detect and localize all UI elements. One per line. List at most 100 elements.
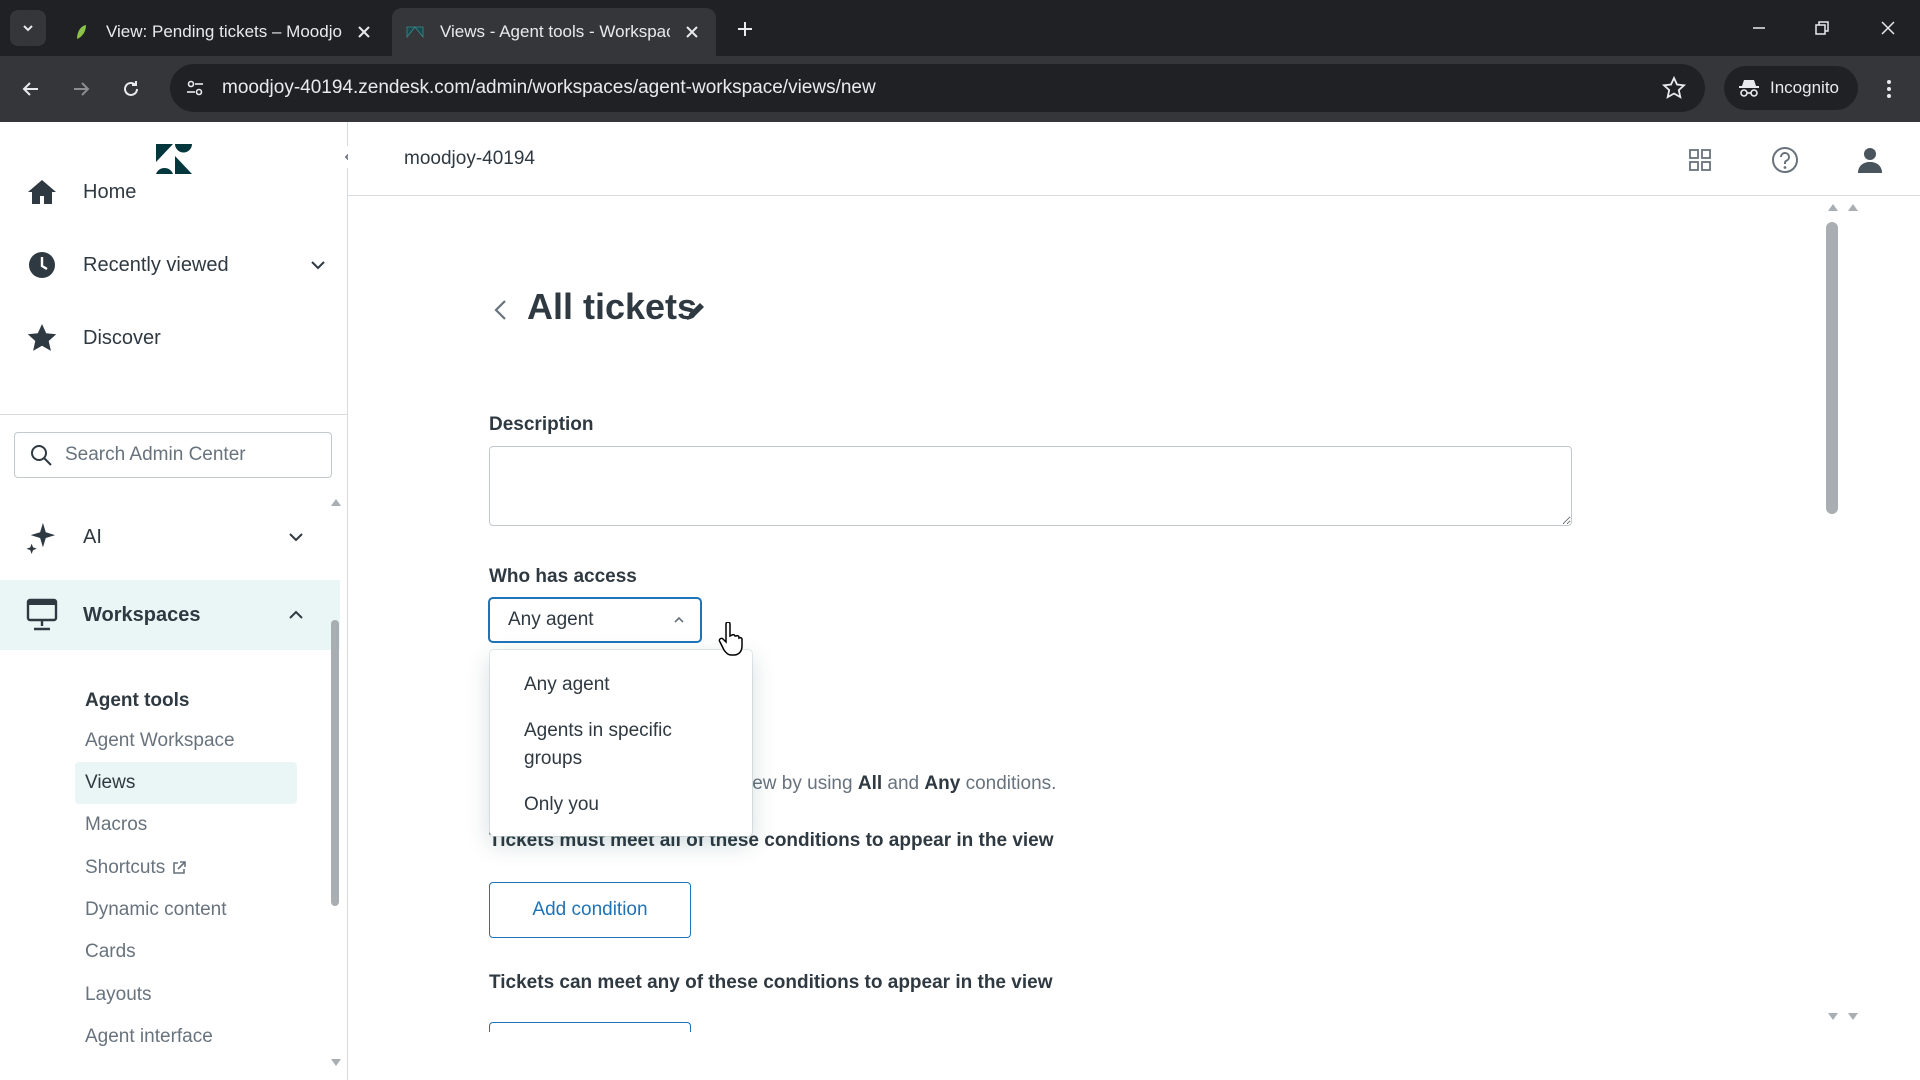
- description-label: Description: [489, 414, 594, 435]
- chevron-down-icon: [307, 254, 329, 276]
- tab-title: View: Pending tickets – Moodjoy: [106, 22, 342, 41]
- url-text: moodjoy-40194.zendesk.com/admin/workspac…: [222, 77, 876, 98]
- back-button[interactable]: [18, 76, 44, 102]
- forward-button[interactable]: [68, 76, 94, 102]
- sidebar-item-cards[interactable]: Cards: [75, 931, 297, 973]
- zendesk-leaf-favicon-icon: [77, 25, 86, 39]
- nav-item-workspaces[interactable]: Workspaces: [0, 580, 340, 650]
- nav-item-discover[interactable]: Discover: [0, 308, 340, 368]
- browser-tab-views[interactable]: Views - Agent tools - Workspaces: [392, 8, 716, 56]
- add-any-condition-button[interactable]: [489, 1022, 691, 1032]
- help-icon[interactable]: [1771, 146, 1799, 174]
- selected-value: Any agent: [508, 609, 594, 630]
- nav-item-home[interactable]: Home: [0, 162, 340, 222]
- address-bar[interactable]: moodjoy-40194.zendesk.com/admin/workspac…: [170, 64, 1705, 112]
- main-scrollbar-thumb[interactable]: [1826, 222, 1838, 514]
- close-tab-icon[interactable]: [354, 22, 374, 42]
- dropdown-option-specific-groups[interactable]: Agents in specific groups: [490, 708, 752, 782]
- browser-tab-bar: View: Pending tickets – Moodjoy Views - …: [0, 0, 1920, 56]
- admin-sidebar: Home Recently viewed Discover AI: [0, 122, 360, 1080]
- plus-icon: [738, 22, 752, 36]
- close-icon: [1881, 21, 1895, 35]
- home-icon: [26, 176, 58, 208]
- chevron-down-icon: [285, 526, 307, 548]
- who-has-access-label: Who has access: [489, 566, 637, 587]
- new-tab-button[interactable]: [732, 16, 758, 42]
- any-conditions-heading: Tickets can meet any of these conditions…: [489, 972, 1053, 993]
- main-scroll-up-icon[interactable]: [1846, 202, 1860, 212]
- arrow-left-icon: [22, 82, 38, 96]
- monitor-icon: [26, 598, 58, 631]
- close-tab-icon[interactable]: [682, 22, 702, 42]
- sidebar-item-agent-interface[interactable]: Agent interface: [75, 1016, 297, 1058]
- reload-button[interactable]: [118, 76, 144, 102]
- main-header: moodjoy-40194: [348, 122, 1920, 196]
- user-avatar-icon[interactable]: [1856, 146, 1884, 174]
- admin-search-input[interactable]: [65, 444, 315, 466]
- products-grid-icon[interactable]: [1686, 146, 1714, 174]
- nav-label: AI: [83, 525, 102, 548]
- browser-menu-button[interactable]: [1876, 76, 1902, 102]
- sidebar-item-dynamic-content[interactable]: Dynamic content: [75, 889, 297, 931]
- sidebar-item-agent-workspace[interactable]: Agent Workspace: [75, 720, 297, 762]
- star-icon: [26, 322, 58, 354]
- reload-icon: [124, 81, 138, 96]
- back-chevron-icon[interactable]: [490, 296, 510, 324]
- minimize-button[interactable]: [1745, 14, 1773, 42]
- incognito-label: Incognito: [1770, 78, 1839, 97]
- sidebar-scroll-down-icon[interactable]: [329, 1058, 343, 1068]
- sidebar-item-layouts[interactable]: Layouts: [75, 974, 297, 1016]
- browser-toolbar: moodjoy-40194.zendesk.com/admin/workspac…: [0, 56, 1920, 122]
- nav-label: Discover: [83, 326, 161, 349]
- sidebar-item-macros[interactable]: Macros: [75, 804, 297, 846]
- more-vertical-icon: [1887, 80, 1891, 98]
- restore-button[interactable]: [1808, 14, 1836, 42]
- main-scroll-down-icon[interactable]: [1826, 1012, 1840, 1022]
- account-name: moodjoy-40194: [404, 148, 535, 169]
- nav-label: Workspaces: [83, 603, 201, 626]
- nav-label: Recently viewed: [83, 253, 229, 276]
- browser-tab-pending-tickets[interactable]: View: Pending tickets – Moodjoy: [58, 8, 388, 56]
- bookmark-star-icon[interactable]: [1661, 75, 1687, 101]
- close-window-button[interactable]: [1874, 14, 1902, 42]
- add-all-condition-button[interactable]: Add condition: [489, 882, 691, 938]
- restore-icon: [1815, 21, 1829, 35]
- access-dropdown-menu: Any agent Agents in specific groups Only…: [490, 650, 752, 836]
- conditions-description: iew by using All and Any conditions.: [748, 773, 1057, 794]
- chevron-up-icon: [674, 616, 684, 623]
- hand-cursor-icon: [718, 622, 743, 656]
- incognito-icon: [1739, 80, 1759, 97]
- dropdown-option-only-you[interactable]: Only you: [490, 782, 752, 828]
- clock-icon: [26, 249, 58, 281]
- sidebar-scroll-up-icon[interactable]: [329, 497, 343, 507]
- sidebar-divider: [0, 414, 347, 415]
- sidebar-item-label: Shortcuts: [85, 857, 166, 878]
- arrow-right-icon: [74, 82, 90, 96]
- chevron-up-icon: [285, 604, 307, 626]
- view-editor: All tickets Description Who has access A…: [348, 196, 1848, 1080]
- tab-title: Views - Agent tools - Workspaces: [440, 22, 670, 41]
- main-scroll-down-icon[interactable]: [1846, 1012, 1860, 1022]
- nav-item-ai[interactable]: AI: [0, 507, 340, 567]
- sidebar-item-views[interactable]: Views: [75, 762, 297, 804]
- main-scroll-up-icon[interactable]: [1826, 202, 1840, 212]
- page-title: All tickets: [527, 286, 698, 327]
- admin-search-box[interactable]: [14, 432, 332, 478]
- dropdown-option-any-agent[interactable]: Any agent: [490, 662, 752, 708]
- nav-label: Home: [83, 180, 137, 203]
- minimize-icon: [1753, 27, 1765, 29]
- chevron-down-icon: [23, 25, 33, 32]
- agent-tools-header: Agent tools: [85, 690, 190, 711]
- sidebar-scrollbar-thumb[interactable]: [331, 620, 339, 906]
- external-link-icon: [173, 861, 187, 874]
- description-field[interactable]: [489, 446, 1572, 526]
- search-icon: [31, 445, 52, 466]
- site-settings-icon[interactable]: [182, 75, 208, 101]
- tab-search-button[interactable]: [10, 10, 46, 46]
- who-has-access-select[interactable]: Any agent: [489, 598, 701, 642]
- sidebar-item-shortcuts[interactable]: Shortcuts: [75, 847, 297, 889]
- incognito-indicator[interactable]: Incognito: [1724, 66, 1858, 110]
- nav-item-recently-viewed[interactable]: Recently viewed: [0, 235, 340, 295]
- sparkle-icon: [26, 521, 58, 554]
- pencil-edit-icon[interactable]: [685, 300, 707, 322]
